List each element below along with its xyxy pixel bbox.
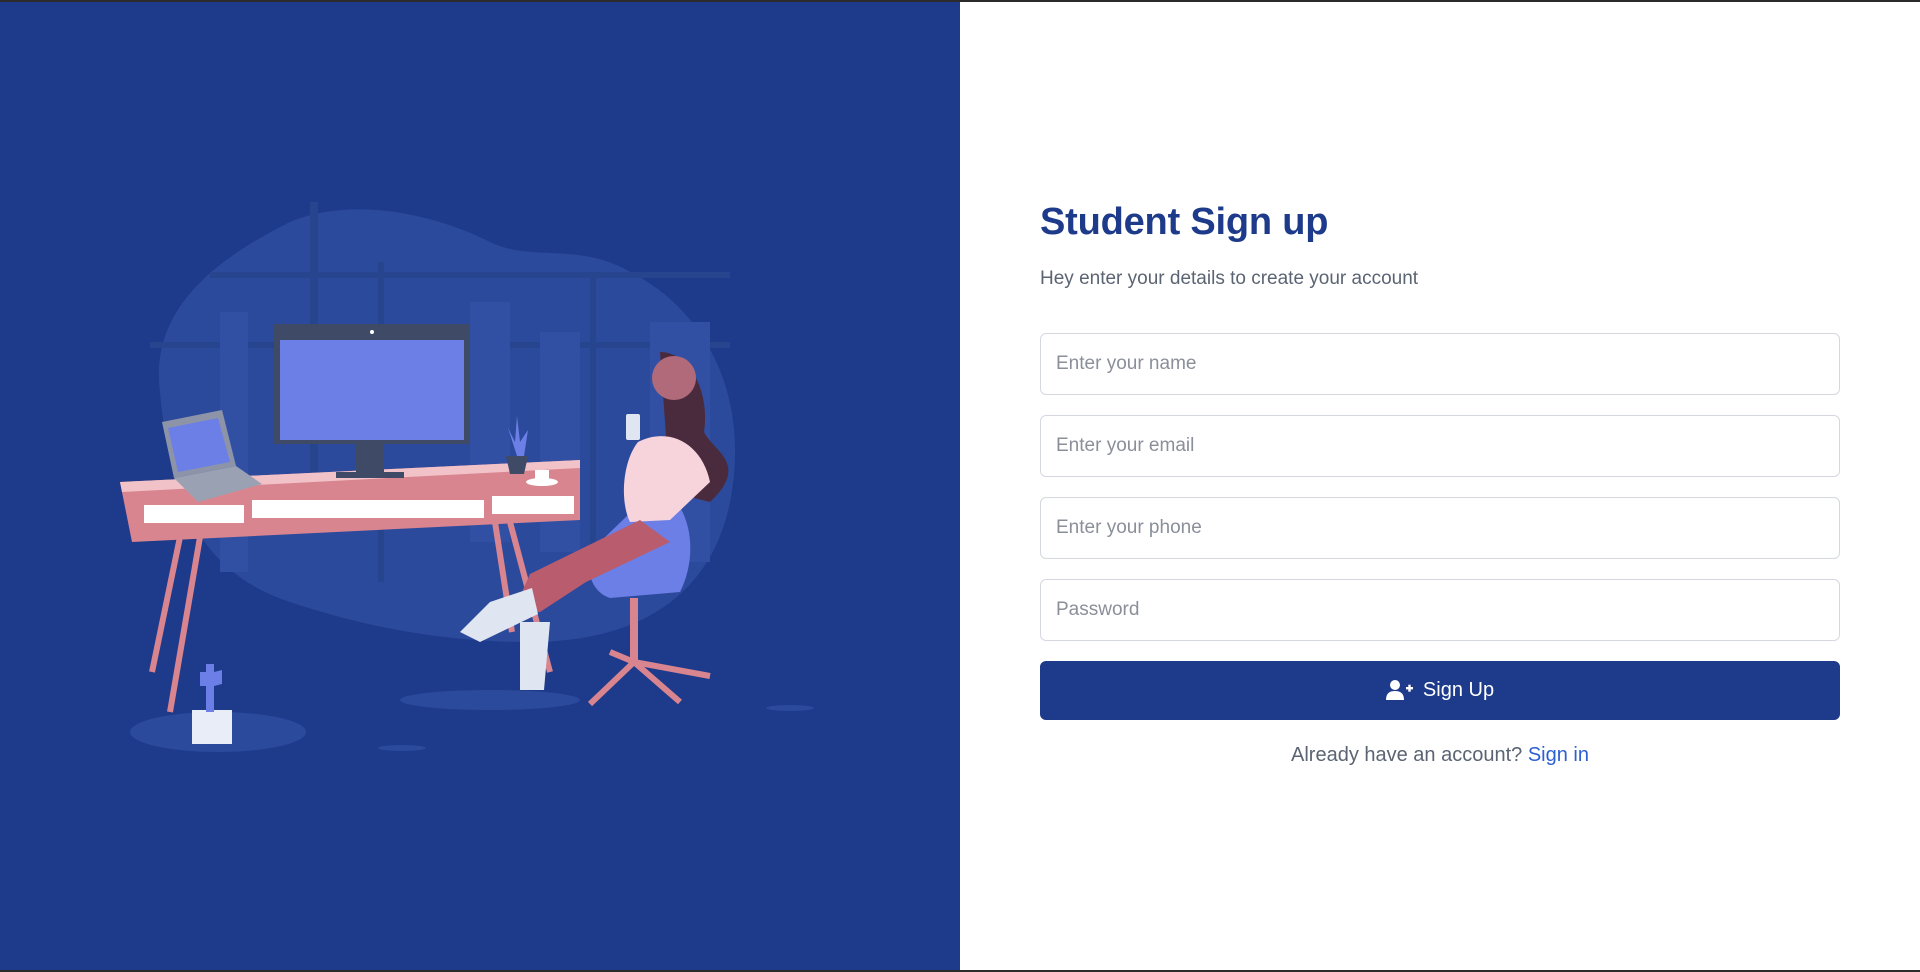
phone-input[interactable]: [1040, 496, 1840, 559]
sign-in-link[interactable]: Sign in: [1528, 744, 1589, 766]
page-subtitle: Hey enter your details to create your ac…: [1040, 267, 1419, 289]
password-input[interactable]: [1040, 578, 1840, 641]
person-at-desk-illustration: [120, 202, 814, 752]
email-input[interactable]: [1040, 414, 1840, 477]
signup-page: Student Sign up Hey enter your details t…: [0, 2, 1920, 970]
signin-prompt-text: Already have an account?: [1291, 743, 1523, 766]
user-plus-icon: [1385, 680, 1413, 701]
name-input[interactable]: [1040, 332, 1840, 395]
sign-up-button[interactable]: Sign Up: [1040, 660, 1840, 720]
sign-up-button-label: Sign Up: [1422, 678, 1495, 701]
signup-panel: Student Sign up Hey enter your details t…: [960, 2, 1920, 970]
page-title: Student Sign up: [1040, 201, 1329, 243]
signin-prompt: Already have an account? Sign in: [1040, 744, 1840, 767]
illustration-panel: [0, 2, 960, 970]
signup-form: Student Sign up Hey enter your details t…: [1040, 200, 1840, 767]
